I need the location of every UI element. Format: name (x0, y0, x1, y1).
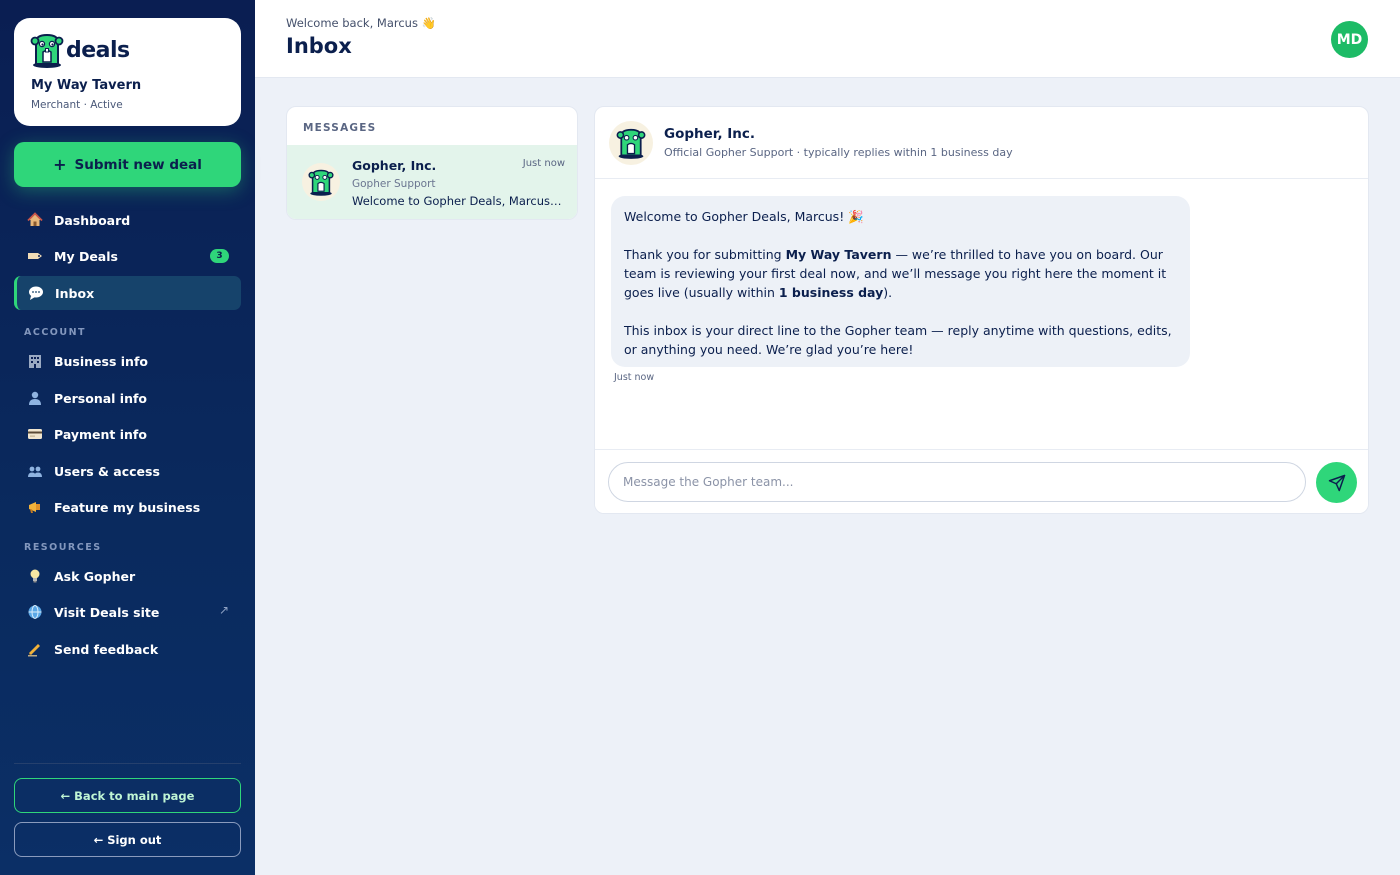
message-paragraph-2: Thank you for submitting My Way Tavern —… (624, 245, 1177, 302)
section-title-resources: RESOURCES (24, 542, 102, 553)
nav-label-dashboard: Dashboard (54, 212, 131, 228)
tag-icon (26, 247, 44, 265)
nav-item-visit-deals-site[interactable]: Visit Deals site ↗ (14, 595, 241, 629)
message-paragraph-3: This inbox is your direct line to the Go… (624, 323, 1172, 357)
message-business-name: My Way Tavern (785, 247, 892, 262)
nav-item-send-feedback[interactable]: Send feedback (14, 632, 241, 666)
conversation-header: Gopher, Inc. Official Gopher Support · t… (595, 107, 1368, 179)
message-timestamp: Just now (614, 372, 655, 383)
plus-icon: + (53, 154, 67, 174)
nav-label-users-access: Users & access (54, 463, 160, 479)
logo-wordmark: deals (66, 37, 130, 63)
nav-item-personal-info[interactable]: Personal info (14, 381, 241, 415)
pencil-icon (26, 640, 44, 658)
building-icon (26, 352, 44, 370)
submit-new-deal-label: Submit new deal (74, 156, 202, 173)
nav-label-business-info: Business info (54, 353, 148, 369)
message-input[interactable] (608, 462, 1306, 502)
gopher-mascot-icon (616, 128, 646, 159)
message-greeting: Welcome to Gopher Deals, Marcus! 🎉 (624, 209, 864, 224)
top-header: Welcome back, Marcus 👋 Inbox MD (255, 0, 1400, 78)
sign-out-button[interactable]: ← Sign out (14, 822, 241, 857)
external-link-icon: ↗ (218, 603, 229, 617)
credit-card-icon (26, 425, 44, 443)
conversation-title: Gopher, Inc. (664, 126, 756, 142)
lightbulb-icon (26, 567, 44, 585)
message-timeframe: 1 business day (778, 285, 884, 300)
business-status: Merchant · Active (31, 99, 123, 111)
gopher-avatar (609, 121, 653, 165)
sidebar-divider (14, 763, 241, 764)
nav-label-payment-info: Payment info (54, 426, 147, 442)
nav-item-users-access[interactable]: Users & access (14, 454, 241, 488)
nav-label-ask-gopher: Ask Gopher (54, 568, 136, 584)
nav-item-payment-info[interactable]: Payment info (14, 417, 241, 451)
message-text: Thank you for submitting (624, 247, 786, 262)
message-text: ). (883, 285, 893, 300)
back-to-main-page-button[interactable]: ← Back to main page (14, 778, 241, 813)
people-icon (26, 462, 44, 480)
nav-item-dashboard[interactable]: Dashboard (14, 203, 241, 237)
gopher-avatar (302, 163, 340, 201)
nav-label-personal-info: Personal info (54, 390, 148, 406)
thread-sender-role: Gopher Support (352, 178, 436, 190)
gopher-deals-logo[interactable]: deals (30, 32, 130, 68)
send-icon (1328, 474, 1345, 491)
brand-card: deals My Way Tavern Merchant · Active (14, 18, 241, 126)
message-bubble: Welcome to Gopher Deals, Marcus! 🎉 Thank… (611, 196, 1190, 367)
nav-item-business-info[interactable]: Business info (14, 344, 241, 378)
page-title: Inbox (286, 34, 352, 58)
nav-item-feature-my-business[interactable]: Feature my business (14, 490, 241, 524)
nav-label-inbox: Inbox (55, 285, 95, 301)
business-name: My Way Tavern (31, 78, 142, 93)
nav-item-ask-gopher[interactable]: Ask Gopher (14, 559, 241, 593)
section-title-account: ACCOUNT (24, 327, 87, 338)
nav-label-feature-my-business: Feature my business (54, 499, 201, 515)
conversation-panel: Gopher, Inc. Official Gopher Support · t… (594, 106, 1369, 514)
thread-sender-name: Gopher, Inc. (352, 158, 437, 173)
nav-label-send-feedback: Send feedback (54, 641, 159, 657)
nav-item-inbox[interactable]: Inbox (14, 276, 241, 310)
nav-label-visit-deals-site: Visit Deals site (54, 604, 160, 620)
sidebar: deals My Way Tavern Merchant · Active + … (0, 0, 255, 875)
thread-timestamp: Just now (522, 158, 565, 169)
nav-item-my-deals[interactable]: My Deals 3 (14, 239, 241, 273)
megaphone-icon (26, 498, 44, 516)
nav-label-my-deals: My Deals (54, 248, 118, 264)
message-composer (595, 449, 1368, 513)
submit-new-deal-button[interactable]: + Submit new deal (14, 142, 241, 187)
welcome-message: Welcome back, Marcus 👋 (286, 16, 436, 30)
user-avatar[interactable]: MD (1331, 21, 1368, 58)
gopher-mascot-icon (308, 169, 334, 196)
house-icon (26, 211, 44, 229)
conversation-subtitle: Official Gopher Support · typically repl… (664, 146, 1013, 159)
person-icon (26, 389, 44, 407)
message-thread-item[interactable]: Gopher, Inc. Just now Gopher Support Wel… (287, 145, 577, 219)
send-button[interactable] (1316, 462, 1357, 503)
gopher-mascot-icon (30, 33, 64, 68)
messages-panel: MESSAGES Gopher, Inc. Just now Gopher Su… (286, 106, 578, 220)
my-deals-count-badge: 3 (210, 249, 229, 263)
messages-panel-title: MESSAGES (303, 122, 377, 134)
speech-bubble-icon (27, 284, 45, 302)
globe-icon (26, 603, 44, 621)
thread-preview: Welcome to Gopher Deals, Marcus! 🎉 (352, 194, 564, 208)
